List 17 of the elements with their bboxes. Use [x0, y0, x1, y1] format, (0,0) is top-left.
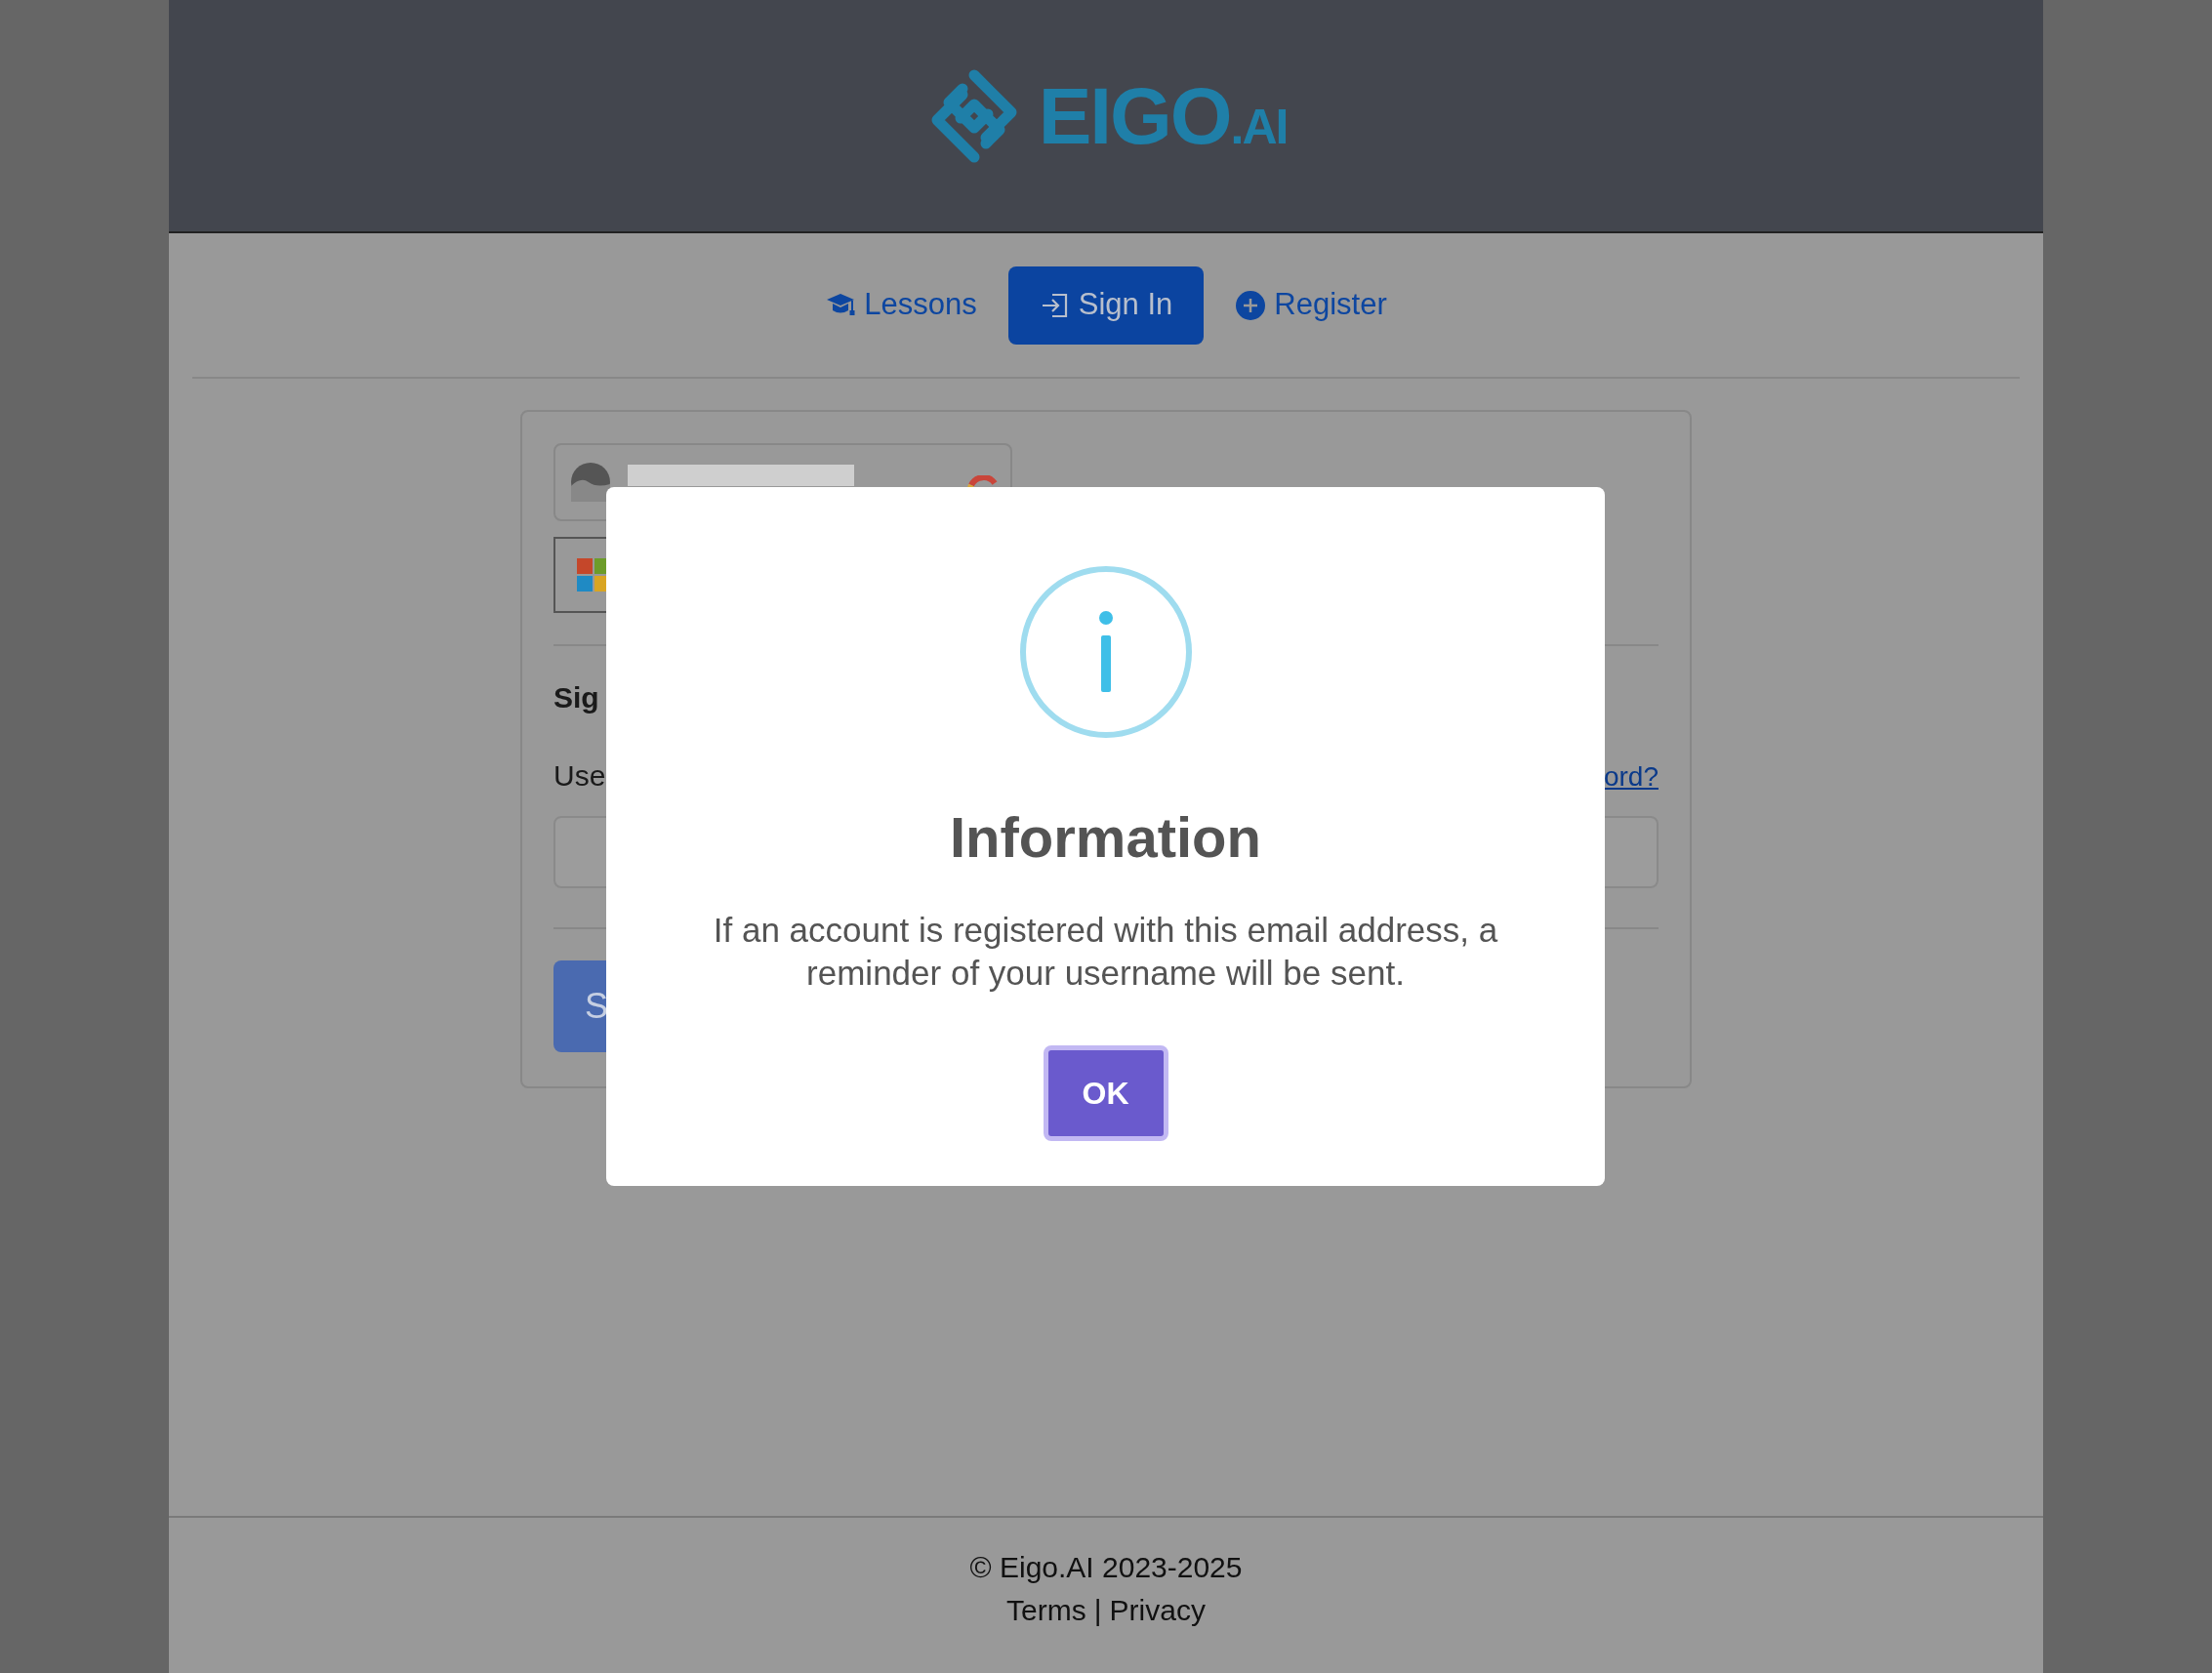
link-separator: | [1093, 1596, 1102, 1625]
copyright-text: © Eigo.AI 2023-2025 [969, 1553, 1243, 1582]
logo-text: EIGO.AI [1038, 75, 1288, 156]
footer-link[interactable]: Terms [1006, 1596, 1086, 1625]
dialog-message: If an account is registered with this email address, a reminder of your username will be sent. [713, 910, 1498, 994]
username-label: Use [553, 761, 606, 791]
form-heading: Sig [553, 683, 600, 713]
nav-tab[interactable]: Sign In [1007, 265, 1205, 345]
nav-tab[interactable]: Lessons [825, 265, 977, 345]
forgot-password-link[interactable]: ord? [1603, 763, 1659, 791]
avatar [571, 463, 610, 502]
footer-link[interactable]: Privacy [1109, 1596, 1206, 1625]
dialog-title: Information [950, 809, 1261, 866]
nav-tab[interactable]: Register [1235, 265, 1387, 345]
ok-button[interactable]: OK [1043, 1045, 1168, 1141]
plus-circle-icon [1235, 289, 1267, 321]
info-icon [1018, 565, 1193, 739]
